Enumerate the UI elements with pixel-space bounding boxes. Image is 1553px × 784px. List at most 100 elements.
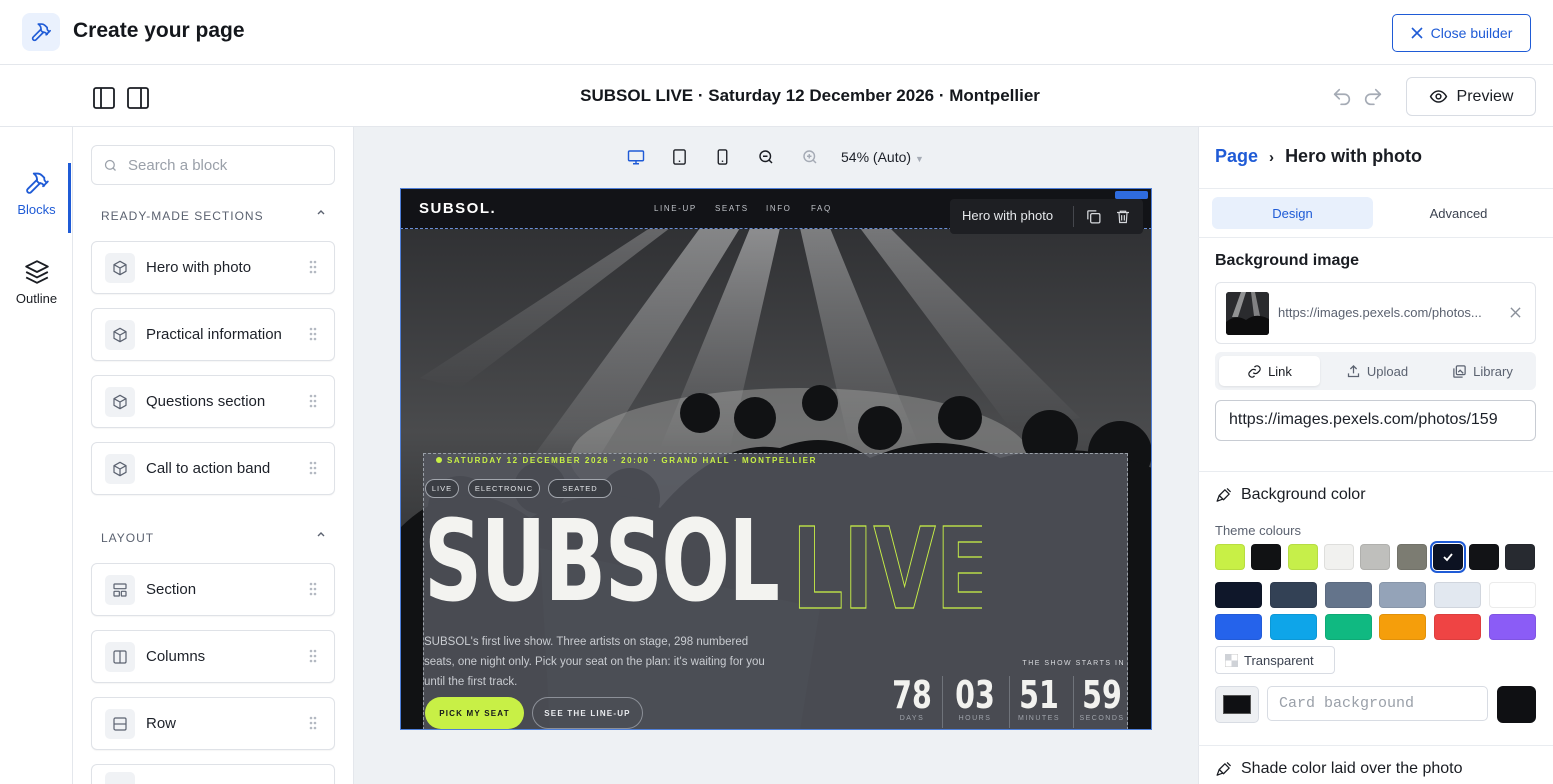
color-swatch[interactable] <box>1434 582 1482 608</box>
drag-handle-icon[interactable] <box>309 327 317 341</box>
section-header-ready-made[interactable]: READY-MADE SECTIONS <box>101 209 326 223</box>
mobile-view-icon[interactable] <box>714 148 731 166</box>
nav-link-seats[interactable]: SEATS <box>715 204 749 213</box>
hammer-icon <box>0 170 73 196</box>
caret-down-icon: ▼ <box>914 154 924 164</box>
desktop-view-icon[interactable] <box>627 148 645 166</box>
color-swatch[interactable] <box>1360 544 1391 570</box>
image-thumbnail <box>1226 292 1269 335</box>
block-label: Call to action band <box>146 460 271 477</box>
rail-item-outline[interactable]: Outline <box>0 259 73 306</box>
color-swatch[interactable] <box>1505 544 1536 570</box>
card-color-chip[interactable] <box>1215 686 1259 723</box>
block-practical-information[interactable]: Practical information <box>91 308 335 361</box>
tab-library-label: Library <box>1473 363 1513 379</box>
breadcrumb-current: Hero with photo <box>1285 146 1423 166</box>
countdown-minutes: 51 MINUTES <box>1007 676 1071 722</box>
undo-icon[interactable] <box>1331 86 1353 108</box>
toolbar-block-name: Hero with photo <box>962 208 1054 223</box>
drag-handle-icon[interactable] <box>309 394 317 408</box>
block-icon <box>105 771 135 784</box>
breadcrumb-root[interactable]: Page <box>1215 146 1258 166</box>
section-header-layout[interactable]: LAYOUT <box>101 531 326 545</box>
zoom-in-icon[interactable] <box>801 148 819 166</box>
tag-electronic: ELECTRONIC <box>468 479 540 498</box>
tablet-view-icon[interactable] <box>671 148 688 166</box>
color-swatch[interactable] <box>1323 544 1354 570</box>
block-questions-section[interactable]: Questions section <box>91 375 335 428</box>
nav-link-line-up[interactable]: LINE-UP <box>654 204 697 213</box>
countdown-value: 59 <box>1082 673 1122 717</box>
rail-label-blocks: Blocks <box>17 202 56 217</box>
hero-content-box[interactable]: SATURDAY 12 DECEMBER 2026 · 20:00 · GRAN… <box>423 453 1128 730</box>
remove-image-icon[interactable] <box>1510 307 1521 318</box>
color-swatch[interactable] <box>1396 544 1427 570</box>
preview-button[interactable]: Preview <box>1406 77 1536 116</box>
image-url-input[interactable]: https://images.pexels.com/photos/159 <box>1215 400 1536 441</box>
drag-handle-icon[interactable] <box>309 716 317 730</box>
color-swatch[interactable] <box>1324 582 1372 608</box>
left-rail <box>0 127 73 784</box>
color-swatch[interactable] <box>1379 614 1427 640</box>
drag-handle-icon[interactable] <box>309 461 317 475</box>
checkerboard-icon <box>1225 653 1238 667</box>
color-swatch[interactable] <box>1287 544 1318 570</box>
block-hero-with-photo[interactable]: Hero with photo <box>91 241 335 294</box>
block-row[interactable]: Row <box>91 697 335 750</box>
pick-seat-button[interactable]: PICK MY SEAT <box>425 697 524 729</box>
color-swatch[interactable] <box>1269 582 1317 608</box>
divider <box>1198 745 1553 746</box>
close-builder-label: Close builder <box>1430 25 1513 41</box>
block-call-to-action-band[interactable]: Call to action band <box>91 442 335 495</box>
transparent-button[interactable]: Transparent <box>1215 646 1335 674</box>
block-section[interactable]: Section <box>91 563 335 616</box>
color-swatch[interactable] <box>1429 541 1466 573</box>
close-builder-button[interactable]: Close builder <box>1392 14 1531 52</box>
color-swatch[interactable] <box>1215 614 1262 640</box>
block-label: Questions section <box>146 393 266 410</box>
tab-library[interactable]: Library <box>1432 356 1533 386</box>
countdown-hours: 03 HOURS <box>943 676 1007 722</box>
color-swatch[interactable] <box>1269 614 1317 640</box>
tab-link[interactable]: Link <box>1219 356 1320 386</box>
color-swatch[interactable] <box>1251 544 1282 570</box>
rail-top-spacer <box>0 65 73 127</box>
redo-icon[interactable] <box>1362 86 1384 108</box>
duplicate-icon[interactable] <box>1085 208 1102 225</box>
toggle-right-panel-icon[interactable] <box>126 86 150 110</box>
hero-preview[interactable]: SUBSOL. LINE-UP SEATS INFO FAQ Hero with… <box>400 188 1152 730</box>
card-background-input[interactable]: Card background <box>1267 686 1488 721</box>
countdown-days: 78 DAYS <box>880 676 944 722</box>
rail-item-blocks[interactable]: Blocks <box>0 170 73 217</box>
color-swatch[interactable] <box>1489 614 1536 640</box>
tab-upload[interactable]: Upload <box>1326 356 1428 386</box>
drag-handle-icon[interactable] <box>309 260 317 274</box>
nav-link-faq[interactable]: FAQ <box>811 204 832 213</box>
countdown-label: THE SHOW STARTS IN <box>1022 660 1125 667</box>
divider <box>1198 237 1553 238</box>
tab-advanced[interactable]: Advanced <box>1378 197 1539 229</box>
color-swatch[interactable] <box>1215 582 1262 608</box>
color-swatch[interactable] <box>1215 544 1245 570</box>
color-swatch[interactable] <box>1324 614 1372 640</box>
nav-link-info[interactable]: INFO <box>766 204 792 213</box>
color-swatch[interactable] <box>1434 614 1482 640</box>
delete-icon[interactable] <box>1115 208 1131 225</box>
tab-design[interactable]: Design <box>1212 197 1373 229</box>
block-columns[interactable]: Columns <box>91 630 335 683</box>
card-color-swatch[interactable] <box>1497 686 1536 723</box>
block-partial[interactable] <box>91 764 335 784</box>
zoom-out-icon[interactable] <box>757 148 775 166</box>
drag-handle-icon[interactable] <box>309 582 317 596</box>
drag-handle-icon[interactable] <box>309 649 317 663</box>
see-lineup-button[interactable]: SEE THE LINE-UP <box>532 697 643 729</box>
toggle-left-panel-icon[interactable] <box>92 86 116 110</box>
color-swatch[interactable] <box>1489 582 1536 608</box>
search-input[interactable]: Search a block <box>91 145 335 185</box>
zoom-select[interactable]: 54% (Auto) ▼ <box>841 149 924 165</box>
color-swatch[interactable] <box>1379 582 1427 608</box>
zoom-value: 54% (Auto) <box>841 149 912 165</box>
rows-icon <box>105 708 135 739</box>
color-swatch[interactable] <box>1469 544 1500 570</box>
tab-link-label: Link <box>1268 363 1292 379</box>
